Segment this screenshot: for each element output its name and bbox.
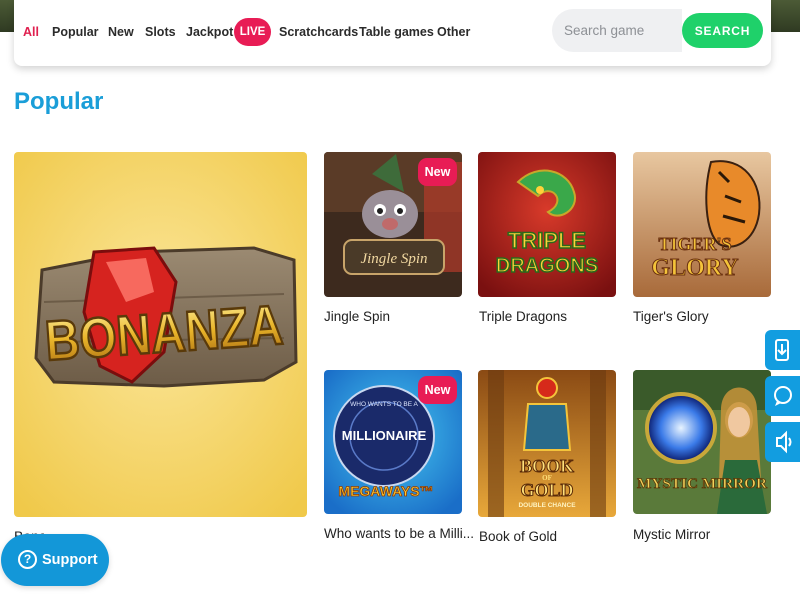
megaways-logo-text: MEGAWAYS™ xyxy=(338,483,433,499)
search-button[interactable]: SEARCH xyxy=(682,13,763,48)
section-title-popular: Popular xyxy=(14,88,104,115)
game-tile-tigers-glory[interactable]: TIGER'S GLORY xyxy=(633,152,771,297)
sound-icon xyxy=(776,430,792,454)
triple-dragons-logo-line2: DRAGONS xyxy=(496,255,598,277)
background-corner-right xyxy=(768,0,800,32)
download-icon xyxy=(775,339,789,361)
mystic-mirror-logo-text: MYSTIC MIRROR xyxy=(637,476,767,492)
game-tile-book-of-gold[interactable]: BOOK OF GOLD DOUBLE CHANCE xyxy=(478,370,616,517)
game-tile-mystic-mirror[interactable]: MYSTIC MIRROR xyxy=(633,370,771,514)
jingle-spin-logo-text: Jingle Spin xyxy=(360,251,427,267)
tab-new[interactable]: New xyxy=(108,23,134,41)
mystic-mirror-artwork: MYSTIC MIRROR xyxy=(633,370,771,514)
chat-icon xyxy=(774,386,792,406)
book-of-gold-line2: GOLD xyxy=(520,480,573,500)
question-mark-icon: ? xyxy=(18,550,37,569)
game-name-jingle-spin: Jingle Spin xyxy=(324,309,391,324)
tab-popular[interactable]: Popular xyxy=(52,23,99,41)
game-name-book-of-gold: Book of Gold xyxy=(479,529,558,544)
tab-all[interactable]: All xyxy=(23,23,39,41)
download-widget-button[interactable] xyxy=(765,330,800,370)
bonanza-artwork: BONANZA xyxy=(14,152,307,517)
game-name-who-wants-to-be-a-millionaire: Who wants to be a Milli... xyxy=(324,526,475,541)
tigers-glory-logo-line2: GLORY xyxy=(651,255,738,281)
tab-table-games[interactable]: Table games xyxy=(359,23,434,41)
triple-dragons-artwork: TRIPLE DRAGONS xyxy=(478,152,616,297)
triple-dragons-logo-line1: TRIPLE xyxy=(508,228,586,253)
game-tile-jingle-spin[interactable]: Jingle Spin New xyxy=(324,152,462,297)
millionaire-top-text: WHO WANTS TO BE A xyxy=(350,401,418,408)
game-tile-who-wants-to-be-a-millionaire[interactable]: WHO WANTS TO BE A MILLIONAIRE MEGAWAYS™ … xyxy=(324,370,462,514)
game-tile-triple-dragons[interactable]: TRIPLE DRAGONS xyxy=(478,152,616,297)
millionaire-logo-text: MILLIONAIRE xyxy=(342,428,427,443)
sound-widget-button[interactable] xyxy=(765,422,800,462)
support-label: Support xyxy=(42,552,98,568)
game-name-triple-dragons: Triple Dragons xyxy=(479,309,568,324)
tab-other[interactable]: Other xyxy=(437,23,470,41)
tab-scratchcards[interactable]: Scratchcards xyxy=(279,23,358,41)
tab-slots[interactable]: Slots xyxy=(145,23,176,41)
game-name-tigers-glory: Tiger's Glory xyxy=(633,309,709,324)
book-of-gold-line1: BOOK xyxy=(520,456,574,476)
tigers-glory-artwork: TIGER'S GLORY xyxy=(633,152,771,297)
game-name-mystic-mirror: Mystic Mirror xyxy=(633,527,711,542)
search-game-input[interactable] xyxy=(552,9,682,52)
tab-jackpot[interactable]: Jackpot xyxy=(186,23,233,41)
tab-live[interactable]: LIVE xyxy=(234,18,271,46)
game-tile-bonanza[interactable]: BONANZA xyxy=(14,152,307,517)
chat-widget-button[interactable] xyxy=(765,376,800,416)
new-badge: New xyxy=(418,158,457,186)
new-badge: New xyxy=(418,376,457,404)
support-button[interactable]: ? Support xyxy=(1,534,109,586)
book-of-gold-artwork: BOOK OF GOLD DOUBLE CHANCE xyxy=(478,370,616,517)
tigers-glory-logo-line1: TIGER'S xyxy=(658,234,731,254)
book-of-gold-subtitle: DOUBLE CHANCE xyxy=(518,502,576,509)
game-category-navbar: All Popular New Slots Jackpot LIVE Scrat… xyxy=(14,0,771,66)
